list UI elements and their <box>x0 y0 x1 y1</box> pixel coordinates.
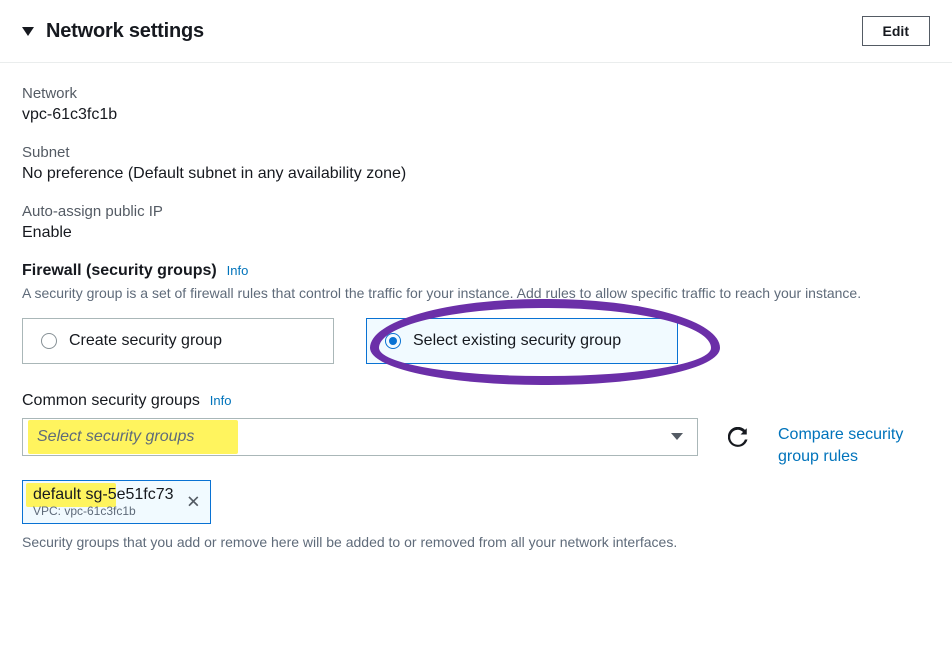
radio-select-existing-security-group[interactable]: Select existing security group <box>366 318 678 364</box>
field-auto-assign-ip: Auto-assign public IP Enable <box>22 203 930 242</box>
field-firewall: Firewall (security groups) Info A securi… <box>22 262 930 364</box>
firewall-label: Firewall (security groups) <box>22 262 217 279</box>
field-label: Auto-assign public IP <box>22 203 930 220</box>
radio-create-security-group[interactable]: Create security group <box>22 318 334 364</box>
field-label: Subnet <box>22 144 930 161</box>
chip-remove-icon[interactable]: ✕ <box>186 494 200 511</box>
field-label: Network <box>22 85 930 102</box>
firewall-info-link[interactable]: Info <box>227 263 249 278</box>
firewall-description: A security group is a set of firewall ru… <box>22 284 902 304</box>
field-value: vpc-61c3fc1b <box>22 106 930 124</box>
common-sg-label: Common security groups <box>22 392 200 409</box>
field-network: Network vpc-61c3fc1b <box>22 85 930 124</box>
radio-unchecked-icon <box>41 333 57 349</box>
collapse-caret-icon[interactable] <box>22 27 34 36</box>
select-placeholder: Select security groups <box>37 428 194 446</box>
field-subnet: Subnet No preference (Default subnet in … <box>22 144 930 183</box>
radio-label: Create security group <box>69 332 222 350</box>
section-title: Network settings <box>46 20 204 43</box>
refresh-icon[interactable] <box>728 427 748 447</box>
security-group-chip: default sg-5e51fc73 VPC: vpc-61c3fc1b ✕ <box>22 480 211 524</box>
field-value: No preference (Default subnet in any ava… <box>22 165 930 183</box>
field-value: Enable <box>22 224 930 242</box>
chip-sublabel: VPC: vpc-61c3fc1b <box>33 504 174 518</box>
helper-text: Security groups that you add or remove h… <box>22 534 930 550</box>
section-header: Network settings Edit <box>0 0 952 63</box>
common-sg-info-link[interactable]: Info <box>210 393 232 408</box>
radio-label: Select existing security group <box>413 332 621 350</box>
edit-button[interactable]: Edit <box>862 16 930 46</box>
chip-label: default sg-5e51fc73 <box>33 486 174 504</box>
security-group-select[interactable]: Select security groups <box>22 418 698 456</box>
field-common-security-groups: Common security groups Info Select secur… <box>22 392 930 551</box>
chevron-down-icon <box>671 433 683 440</box>
radio-checked-icon <box>385 333 401 349</box>
compare-rules-link[interactable]: Compare security group rules <box>778 424 928 469</box>
